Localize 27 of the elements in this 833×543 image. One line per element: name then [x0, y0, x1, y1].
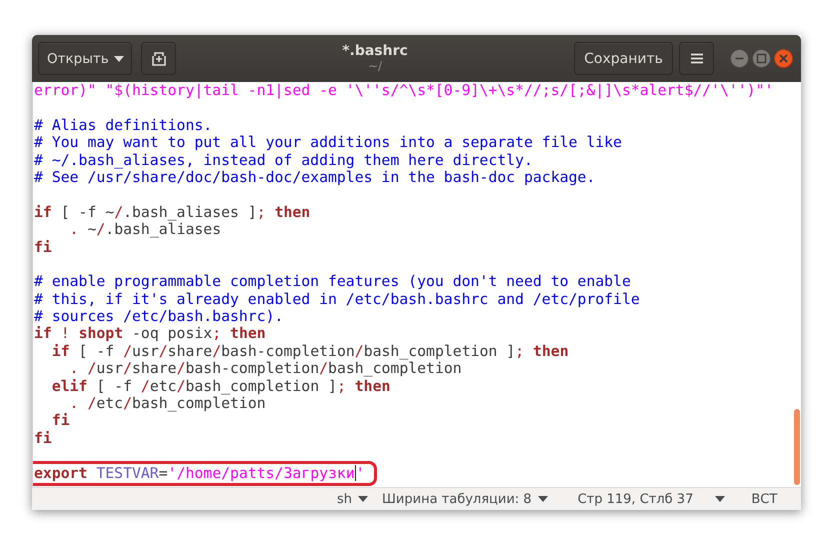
- cursor-position: Стр 119, Стлб 37: [578, 492, 694, 506]
- code-line: if ! shopt -oq posix; then: [34, 325, 266, 343]
- open-button[interactable]: Открыть: [38, 42, 132, 75]
- window-title: *.bashrc: [342, 44, 408, 60]
- code-line: fi: [52, 412, 70, 430]
- tab-width-selector[interactable]: Ширина табуляции: 8: [382, 492, 548, 506]
- insert-mode: ВСТ: [751, 492, 778, 506]
- language-selector[interactable]: sh: [337, 492, 368, 506]
- code-line: # this, if it's already enabled in /etc/bash.bashrc and /etc/profile: [34, 290, 640, 308]
- code-line: # Alias definitions.: [34, 116, 212, 134]
- code-line: export TESTVAR='/home/patts/Загрузки': [34, 464, 365, 482]
- code-line: . /etc/bash_completion: [70, 395, 266, 412]
- code-line: # See /usr/share/doc/bash-doc/examples in the bash-doc package.: [34, 168, 596, 186]
- code-line: # ~/.bash_aliases, instead of adding them here directly.: [34, 152, 533, 169]
- code-line: # enable programmable completion features (you don't need to enable: [34, 273, 631, 291]
- code-line: if [ -f ~/.bash_aliases ]; then: [34, 204, 310, 222]
- code-line: if [ -f /usr/share/bash-completion/bash_completion ]; then: [50, 342, 569, 360]
- code-line: fi: [34, 430, 52, 448]
- save-button[interactable]: Сохранить: [574, 42, 673, 75]
- code-line: elif [ -f /etc/bash_completion ]; then: [50, 378, 390, 396]
- code-line: . ~/.bash_aliases: [68, 221, 222, 239]
- code-line: error)" "$(history|tail -n1|sed -e '\''s/^\s*[0-9]\+\s*//;s/[;&|]\s*alert$//'\'')"': [34, 82, 774, 100]
- code-line: # You may want to put all your additions into a separate file like: [34, 134, 622, 152]
- window-subtitle: ~/: [368, 60, 382, 73]
- code-line: . /usr/share/bash-completion/bash_completion: [68, 360, 462, 378]
- code-line: # sources /etc/bash.bashrc).: [34, 308, 284, 326]
- code-line: fi: [34, 238, 52, 256]
